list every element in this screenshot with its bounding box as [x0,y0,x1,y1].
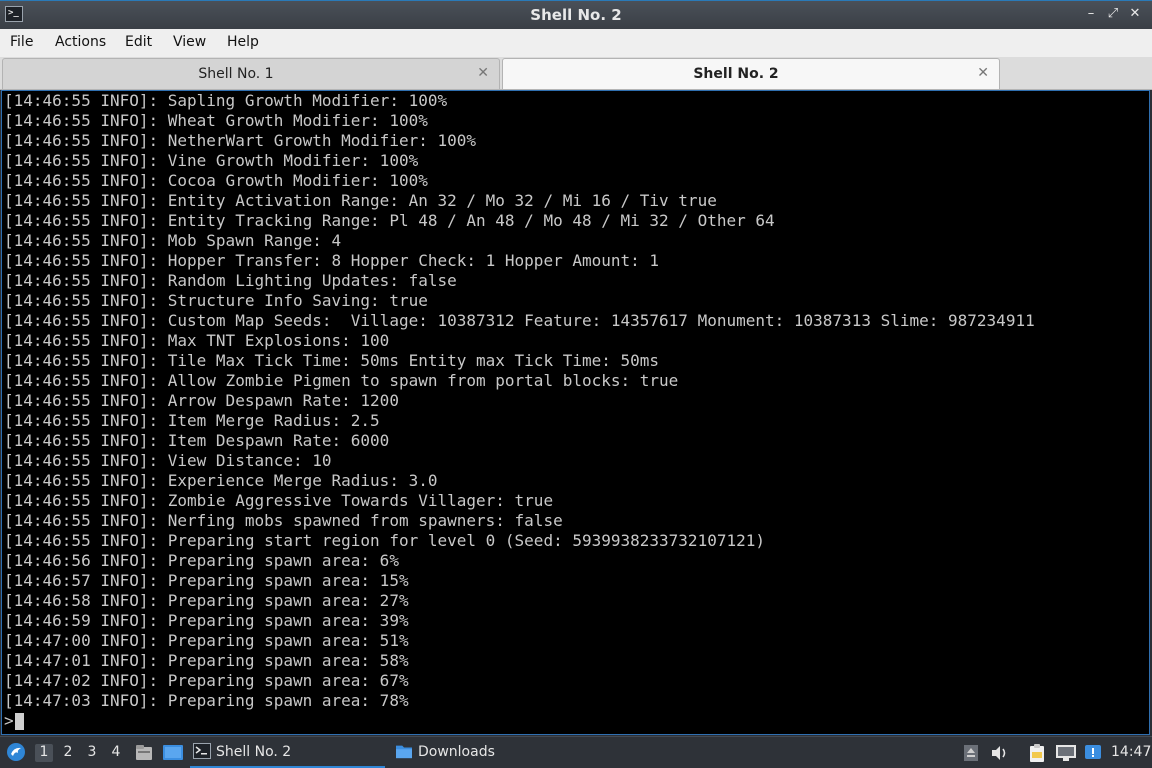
terminal-line: [14:46:55 INFO]: Entity Activation Range… [4,191,717,210]
workspace-1[interactable]: 1 [35,744,53,762]
tab-shell-1[interactable]: Shell No. 1 ✕ [2,58,500,89]
terminal-prompt[interactable]: > [4,711,24,731]
menu-bar: File Actions Edit View Help [0,29,1152,57]
terminal-line: [14:46:55 INFO]: Tile Max Tick Time: 50m… [4,351,660,370]
terminal-output[interactable]: [14:46:55 INFO]: Sapling Growth Modifier… [1,90,1150,735]
notification-icon[interactable] [1083,743,1103,763]
clock[interactable]: 14:47 [1111,744,1151,760]
terminal-icon [193,743,211,759]
file-manager-icon[interactable] [134,743,154,763]
terminal-line: [14:46:55 INFO]: Preparing start region … [4,531,765,550]
terminal-line: [14:46:59 INFO]: Preparing spawn area: 3… [4,611,409,630]
maximize-button[interactable]: ⤢ [1104,6,1122,21]
text-cursor [14,713,24,730]
terminal-line: [14:46:55 INFO]: NetherWart Growth Modif… [4,131,477,150]
terminal-line: [14:46:55 INFO]: Nerfing mobs spawned fr… [4,511,563,530]
close-tab-icon[interactable]: ✕ [477,65,489,81]
terminal-line: [14:46:55 INFO]: Zombie Aggressive Towar… [4,491,554,510]
menu-help[interactable]: Help [227,34,259,50]
terminal-line: [14:46:55 INFO]: Max TNT Explosions: 100 [4,331,390,350]
menu-file[interactable]: File [10,34,33,50]
menu-view[interactable]: View [173,34,206,50]
terminal-line: [14:46:55 INFO]: Hopper Transfer: 8 Hopp… [4,251,660,270]
terminal-line: [14:46:55 INFO]: Wheat Growth Modifier: … [4,111,428,130]
terminal-line: [14:46:57 INFO]: Preparing spawn area: 1… [4,571,409,590]
terminal-line: [14:46:55 INFO]: Sapling Growth Modifier… [4,91,448,110]
terminal-line: [14:47:03 INFO]: Preparing spawn area: 7… [4,691,409,710]
menu-actions[interactable]: Actions [55,34,106,50]
terminal-line: [14:46:55 INFO]: Item Despawn Rate: 6000 [4,431,390,450]
terminal-line: [14:46:56 INFO]: Preparing spawn area: 6… [4,551,399,570]
tab-bar: Shell No. 1 ✕ Shell No. 2 ✕ [0,57,1152,90]
terminal-line: [14:46:55 INFO]: View Distance: 10 [4,451,332,470]
terminal-line: [14:47:00 INFO]: Preparing spawn area: 5… [4,631,409,650]
terminal-line: [14:46:55 INFO]: Item Merge Radius: 2.5 [4,411,380,430]
minimize-button[interactable]: – [1082,6,1100,21]
terminal-line: [14:46:55 INFO]: Entity Tracking Range: … [4,211,775,230]
window-titlebar: >_ Shell No. 2 – ⤢ ✕ [0,0,1152,29]
terminal-line: [14:46:55 INFO]: Cocoa Growth Modifier: … [4,171,428,190]
terminal-line: [14:46:55 INFO]: Structure Info Saving: … [4,291,428,310]
taskbar-item-downloads[interactable]: Downloads [392,738,592,766]
tab-shell-2[interactable]: Shell No. 2 ✕ [502,58,1000,89]
taskbar: 1 2 3 4 Shell No. 2 Downloads 14:47 [0,736,1152,768]
network-icon[interactable] [1055,744,1077,762]
terminal-line: [14:46:55 INFO]: Custom Map Seeds: Villa… [4,311,1035,330]
prompt-symbol: > [4,711,14,730]
terminal-line: [14:46:55 INFO]: Random Lighting Updates… [4,271,457,290]
start-menu-icon[interactable] [6,742,26,762]
taskbar-item-label: Downloads [418,744,495,760]
taskbar-item-shell[interactable]: Shell No. 2 [190,738,385,768]
terminal-line: [14:46:55 INFO]: Experience Merge Radius… [4,471,438,490]
terminal-line: [14:47:01 INFO]: Preparing spawn area: 5… [4,651,409,670]
clipboard-icon[interactable] [1027,743,1047,763]
tab-label: Shell No. 2 [693,66,779,82]
terminal-line: [14:46:55 INFO]: Mob Spawn Range: 4 [4,231,342,250]
close-button[interactable]: ✕ [1126,6,1144,21]
tab-label: Shell No. 1 [198,66,274,82]
folder-icon [396,745,412,759]
show-desktop-icon[interactable] [162,743,184,763]
eject-icon[interactable] [963,744,979,762]
taskbar-item-label: Shell No. 2 [216,744,292,760]
terminal-line: [14:46:55 INFO]: Arrow Despawn Rate: 120… [4,391,399,410]
terminal-line: [14:47:02 INFO]: Preparing spawn area: 6… [4,671,409,690]
close-tab-icon[interactable]: ✕ [977,65,989,81]
terminal-line: [14:46:58 INFO]: Preparing spawn area: 2… [4,591,409,610]
workspace-3[interactable]: 3 [83,744,101,762]
terminal-line: [14:46:55 INFO]: Allow Zombie Pigmen to … [4,371,679,390]
window-title: Shell No. 2 [530,6,622,24]
volume-icon[interactable] [990,744,1010,762]
menu-edit[interactable]: Edit [125,34,152,50]
workspace-4[interactable]: 4 [107,744,125,762]
workspace-2[interactable]: 2 [59,744,77,762]
terminal-line: [14:46:55 INFO]: Vine Growth Modifier: 1… [4,151,419,170]
